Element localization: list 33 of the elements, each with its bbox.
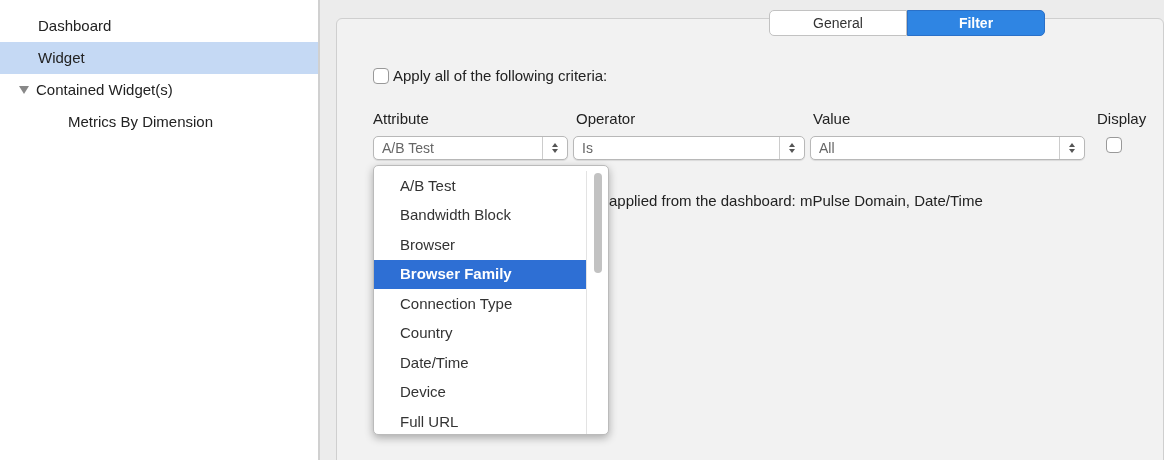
- checkbox[interactable]: [1106, 137, 1122, 153]
- menu-item[interactable]: Date/Time: [374, 348, 586, 378]
- tab[interactable]: General: [769, 10, 907, 36]
- sidebar-item[interactable]: Contained Widget(s): [0, 74, 318, 106]
- menu-item[interactable]: A/B Test: [374, 171, 586, 201]
- disclosure-triangle-icon[interactable]: [18, 85, 30, 95]
- menu-item[interactable]: Country: [374, 318, 586, 348]
- stepper-icon: [788, 142, 796, 154]
- menu-item[interactable]: Device: [374, 377, 586, 407]
- column-header: Operator: [576, 108, 637, 129]
- checkbox[interactable]: [373, 68, 389, 85]
- dashboard-filter-note: applied from the dashboard: mPulse Domain, Date/Time: [608, 191, 984, 211]
- stepper-icon: [1068, 142, 1076, 154]
- column-header: Attribute: [373, 108, 430, 129]
- column-header: Display: [1097, 108, 1147, 129]
- menu-item[interactable]: Browser Family: [374, 259, 586, 289]
- stepper-icon: [551, 142, 559, 154]
- sidebar-item[interactable]: Metrics By Dimension: [0, 106, 318, 138]
- menu-item[interactable]: Full URL: [374, 407, 586, 437]
- select-dropdown[interactable]: Is: [573, 136, 805, 160]
- select-value: A/B Test: [381, 138, 434, 158]
- menu-item[interactable]: Connection Type: [374, 289, 586, 319]
- column-header: Value: [813, 108, 852, 129]
- checkbox-label: Apply all of the following criteria:: [393, 66, 608, 86]
- menu-item[interactable]: Browser: [374, 230, 586, 260]
- select-value: Is: [581, 138, 593, 158]
- select-dropdown[interactable]: A/B Test: [373, 136, 568, 160]
- sidebar-item[interactable]: Widget: [0, 42, 318, 74]
- tab[interactable]: Filter: [907, 10, 1045, 36]
- select-dropdown[interactable]: All: [810, 136, 1085, 160]
- sidebar-item[interactable]: Dashboard: [0, 10, 318, 42]
- menu-item[interactable]: Bandwidth Block: [374, 200, 586, 230]
- select-value: All: [818, 138, 835, 158]
